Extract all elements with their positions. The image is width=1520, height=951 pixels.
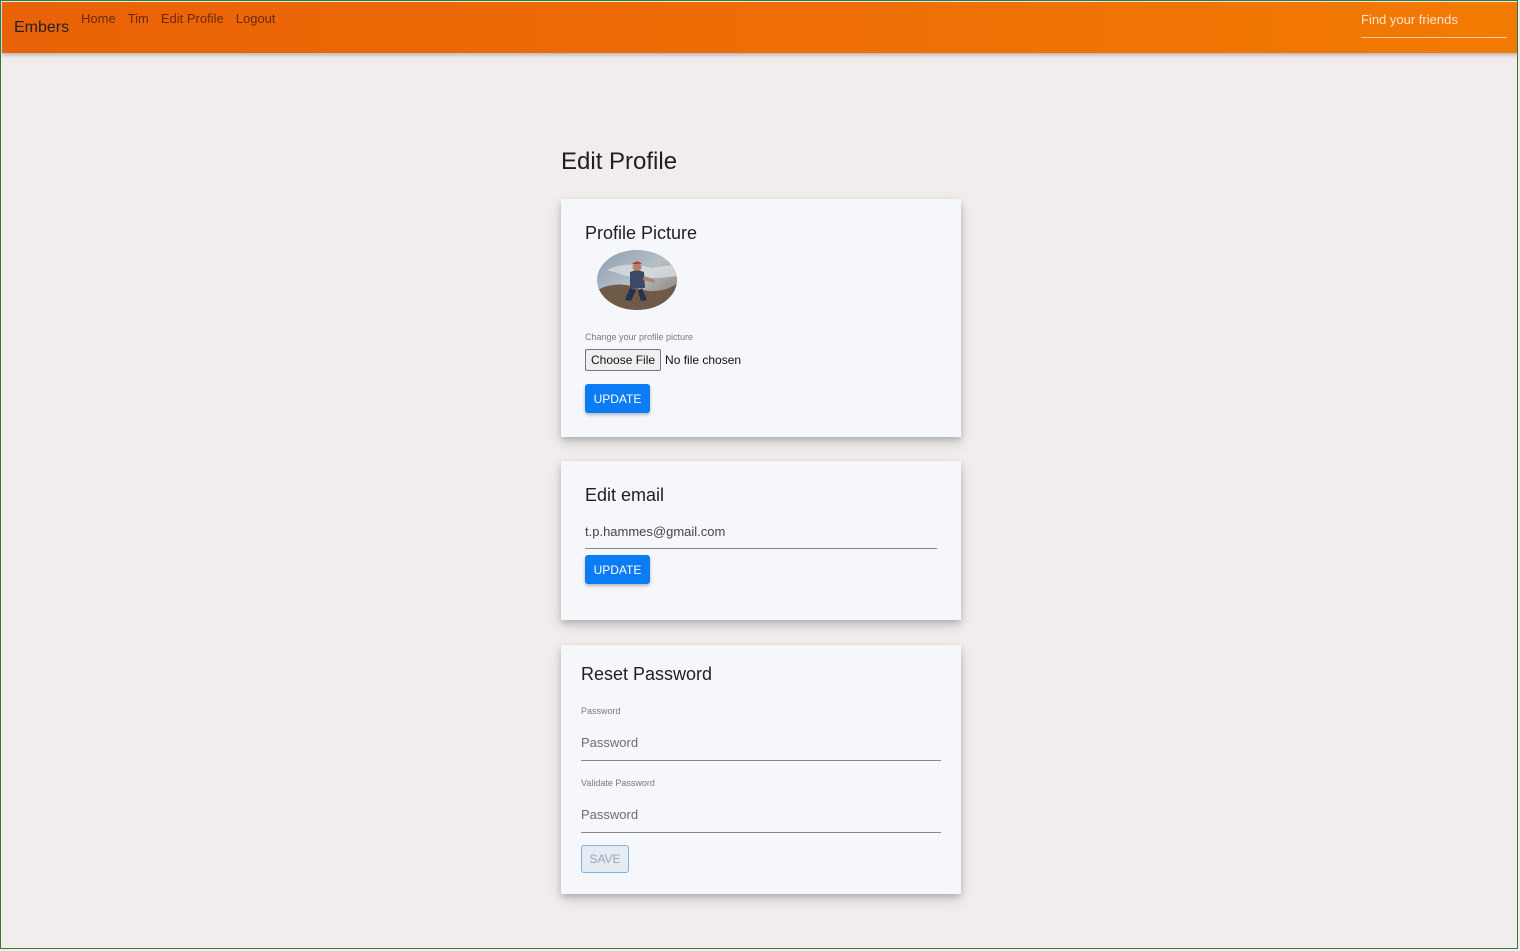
change-picture-label: Change your profile picture	[585, 332, 694, 342]
validate-password-label: Validate Password	[581, 778, 655, 788]
reset-password-card: Reset Password Password Validate Passwor…	[561, 645, 961, 894]
avatar	[597, 250, 677, 310]
app-window: Embers Home Tim Edit Profile Logout Edit…	[0, 0, 1518, 949]
update-picture-button[interactable]: UPDATE	[585, 384, 650, 413]
nav-link-user[interactable]: Tim	[128, 11, 149, 26]
brand-logo-text[interactable]: Embers	[14, 19, 69, 37]
save-password-button[interactable]: SAVE	[581, 845, 629, 873]
nav-link-home[interactable]: Home	[81, 11, 116, 26]
file-picker: Choose File No file chosen	[585, 349, 741, 371]
nav-link-edit-profile[interactable]: Edit Profile	[161, 11, 224, 26]
profile-picture-heading: Profile Picture	[585, 223, 698, 243]
choose-file-button[interactable]: Choose File	[585, 349, 662, 371]
nav-link-logout[interactable]: Logout	[236, 11, 276, 26]
friend-search-field	[1361, 9, 1507, 38]
email-field	[585, 523, 937, 549]
email-input[interactable]	[585, 524, 937, 539]
validate-password-input[interactable]	[581, 807, 941, 822]
reset-password-heading: Reset Password	[581, 664, 713, 684]
password-input[interactable]	[581, 735, 941, 750]
avatar-photo	[597, 250, 677, 310]
edit-email-heading: Edit email	[585, 485, 665, 505]
profile-picture-card: Profile Picture Change your profile pict…	[561, 199, 961, 437]
friend-search-input[interactable]	[1361, 9, 1507, 29]
top-navbar: Embers Home Tim Edit Profile Logout	[2, 2, 1517, 53]
edit-email-card: Edit email UPDATE	[561, 461, 961, 620]
page-title: Edit Profile	[561, 148, 678, 175]
validate-password-field	[581, 806, 941, 833]
password-field	[581, 734, 941, 761]
update-email-button[interactable]: UPDATE	[585, 555, 650, 584]
password-label: Password	[581, 706, 621, 716]
file-status-text: No file chosen	[665, 353, 742, 367]
nav-links: Home Tim Edit Profile Logout	[81, 11, 288, 26]
